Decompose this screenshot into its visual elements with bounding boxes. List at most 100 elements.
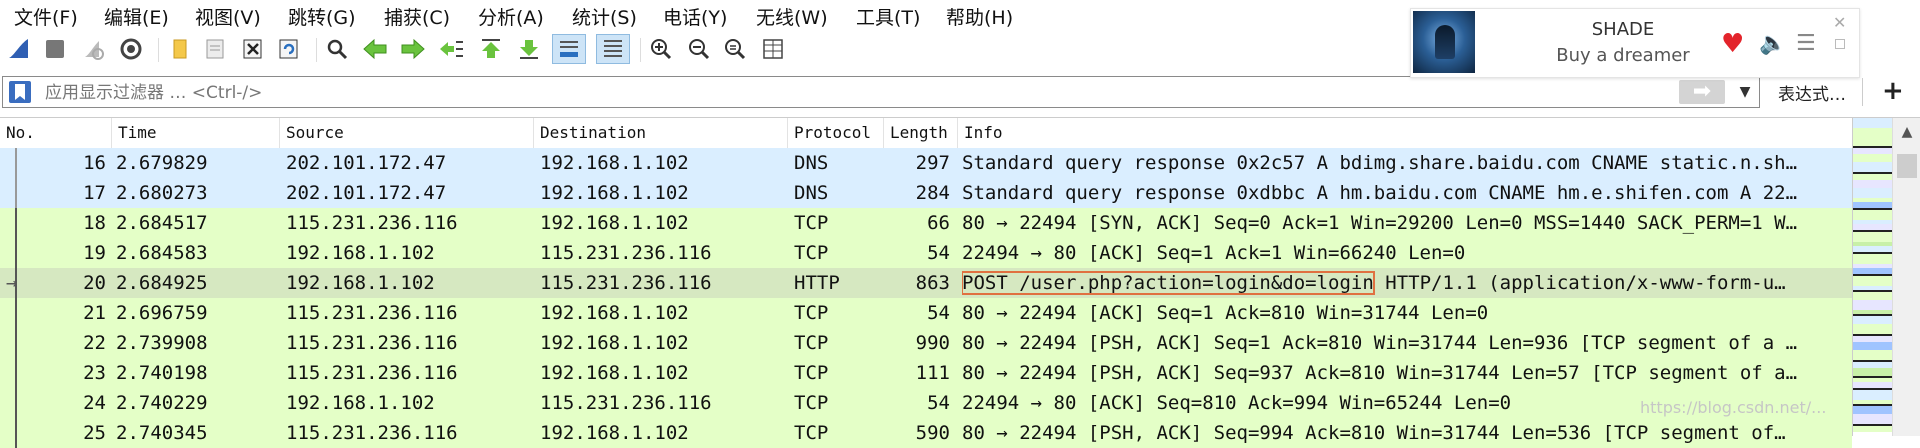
filter-dropdown-icon[interactable]: ▼ <box>1733 80 1757 104</box>
save-file-icon[interactable] <box>200 34 230 64</box>
minimap-stripe <box>1853 254 1893 264</box>
column-header-protocol[interactable]: Protocol <box>788 118 884 148</box>
resize-columns-icon[interactable] <box>758 34 788 64</box>
cell-source: 115.231.236.116 <box>286 302 458 324</box>
close-icon[interactable]: ✕ <box>1833 13 1846 32</box>
capture-options-icon[interactable] <box>116 34 146 64</box>
expression-button[interactable]: 表达式… <box>1778 80 1846 105</box>
cell-time: 2.680273 <box>116 182 208 204</box>
restart-capture-icon[interactable] <box>78 34 108 64</box>
menu-telephony[interactable]: 电话(Y) <box>663 3 727 30</box>
minimap-stripe <box>1853 162 1893 172</box>
packet-minimap[interactable] <box>1852 118 1893 436</box>
table-row[interactable]: 24 2.740229 192.168.1.102 115.231.236.116 TC… <box>0 388 1852 418</box>
minimap-stripe <box>1853 342 1893 350</box>
vertical-scrollbar[interactable]: ▲ <box>1892 118 1920 436</box>
cell-destination: 192.168.1.102 <box>540 302 689 324</box>
find-packet-icon[interactable] <box>322 34 352 64</box>
menu-edit[interactable]: 编辑(E) <box>104 3 169 30</box>
open-file-icon[interactable] <box>166 34 196 64</box>
menu-help[interactable]: 帮助(H) <box>946 3 1013 30</box>
table-row[interactable]: 22 2.739908 115.231.236.116 192.168.1.102 TC… <box>0 328 1852 358</box>
cell-destination: 192.168.1.102 <box>540 362 689 384</box>
column-header-destination[interactable]: Destination <box>534 118 788 148</box>
playlist-icon[interactable]: ☰ <box>1796 31 1816 56</box>
display-filter-field: ➡ ▼ <box>2 76 1760 108</box>
highlighted-request: POST /user.php?action=login&do=login <box>962 271 1375 295</box>
toolbar-separator <box>158 38 159 62</box>
go-last-packet-icon[interactable] <box>514 34 544 64</box>
scrollbar-thumb[interactable] <box>1897 154 1917 178</box>
go-forward-icon[interactable] <box>398 34 428 64</box>
start-capture-icon[interactable] <box>4 34 34 64</box>
packet-list-header: No. Time Source Destination Protocol Len… <box>0 118 1852 149</box>
zoom-reset-icon[interactable] <box>720 34 750 64</box>
table-row[interactable]: 16 2.679829 202.101.172.47 192.168.1.102 DNS… <box>0 148 1852 178</box>
go-first-packet-icon[interactable] <box>476 34 506 64</box>
reload-file-icon[interactable] <box>274 34 304 64</box>
table-row[interactable]: 23 2.740198 115.231.236.116 192.168.1.102 TC… <box>0 358 1852 388</box>
table-row[interactable]: 20 2.684925 192.168.1.102 115.231.236.116 HT… <box>0 268 1852 298</box>
display-filter-input[interactable] <box>43 79 1677 107</box>
column-header-time[interactable]: Time <box>112 118 280 148</box>
column-header-info[interactable]: Info <box>958 118 1852 148</box>
table-row[interactable]: 21 2.696759 115.231.236.116 192.168.1.102 TC… <box>0 298 1852 328</box>
menu-wireless[interactable]: 无线(W) <box>756 3 828 30</box>
scroll-up-icon[interactable]: ▲ <box>1893 118 1920 146</box>
menu-tools[interactable]: 工具(T) <box>856 3 920 30</box>
table-row[interactable]: 18 2.684517 115.231.236.116 192.168.1.102 TC… <box>0 208 1852 238</box>
restore-icon[interactable] <box>1835 39 1845 49</box>
menu-go[interactable]: 跳转(G) <box>288 3 356 30</box>
close-file-icon[interactable] <box>238 34 268 64</box>
table-row[interactable]: 17 2.680273 202.101.172.47 192.168.1.102 DNS… <box>0 178 1852 208</box>
album-cover <box>1413 11 1475 73</box>
menu-capture[interactable]: 捕获(C) <box>384 3 450 30</box>
cell-no: 16 <box>83 152 106 174</box>
minimap-stripe <box>1853 368 1893 376</box>
table-row[interactable]: 19 2.684583 192.168.1.102 115.231.236.116 TC… <box>0 238 1852 268</box>
menu-file[interactable]: 文件(F) <box>14 3 78 30</box>
minimap-stripe <box>1853 426 1893 432</box>
stop-capture-icon[interactable] <box>40 34 70 64</box>
apply-filter-button[interactable]: ➡ <box>1679 80 1725 104</box>
cell-length: 863 <box>915 272 950 294</box>
menu-view[interactable]: 视图(V) <box>195 3 261 30</box>
minimap-stripe <box>1853 350 1893 360</box>
song-title: SHADE <box>1591 19 1655 40</box>
cell-length: 54 <box>927 242 950 264</box>
minimap-stripe <box>1853 188 1893 198</box>
cell-info: POST /user.php?action=login&do=login HTT… <box>962 268 1850 298</box>
menu-analyze[interactable]: 分析(A) <box>478 3 544 30</box>
colorize-icon[interactable] <box>596 34 630 64</box>
minimap-stripe <box>1853 414 1893 424</box>
zoom-in-icon[interactable] <box>646 34 676 64</box>
bookmark-icon[interactable] <box>9 81 31 103</box>
minimap-stripe <box>1853 154 1893 162</box>
cell-protocol: DNS <box>794 152 829 174</box>
cell-source: 115.231.236.116 <box>286 332 458 354</box>
cell-no: 23 <box>83 362 106 384</box>
cell-source: 192.168.1.102 <box>286 242 435 264</box>
column-header-no[interactable]: No. <box>0 118 112 148</box>
cell-protocol: TCP <box>794 362 829 384</box>
zoom-out-icon[interactable] <box>684 34 714 64</box>
add-filter-button[interactable]: + <box>1882 76 1904 106</box>
cell-no: 25 <box>83 422 106 444</box>
cell-protocol: HTTP <box>794 272 840 294</box>
cell-info: 80 → 22494 [PSH, ACK] Seq=994 Ack=810 Wi… <box>962 422 1786 444</box>
volume-icon[interactable]: 🔈 <box>1759 31 1786 56</box>
auto-scroll-icon[interactable] <box>552 34 586 64</box>
cell-time: 2.740345 <box>116 422 208 444</box>
go-back-icon[interactable] <box>360 34 390 64</box>
minimap-stripe <box>1853 180 1893 188</box>
column-header-length[interactable]: Length <box>884 118 958 148</box>
table-row[interactable]: 25 2.740345 115.231.236.116 192.168.1.102 TC… <box>0 418 1852 448</box>
toolbar-separator <box>316 38 317 62</box>
column-header-source[interactable]: Source <box>280 118 534 148</box>
cell-source: 115.231.236.116 <box>286 422 458 444</box>
menu-statistics[interactable]: 统计(S) <box>572 3 637 30</box>
go-to-packet-icon[interactable] <box>436 34 466 64</box>
heart-icon[interactable]: ♥ <box>1721 29 1744 59</box>
cell-time: 2.684583 <box>116 242 208 264</box>
conversation-bracket <box>15 208 17 448</box>
